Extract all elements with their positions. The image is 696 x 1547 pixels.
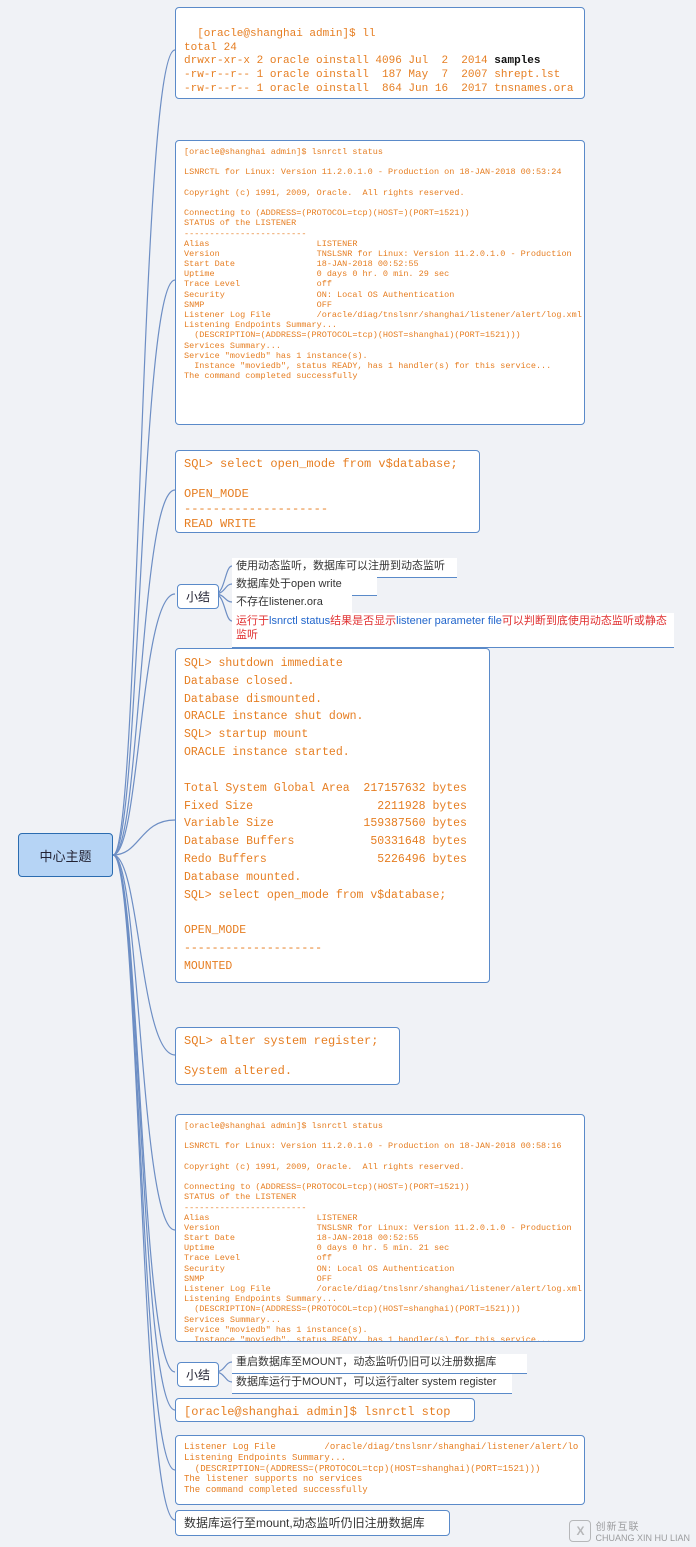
code-ll-text: [oracle@shanghai admin]$ ll total 24 drw… — [184, 28, 573, 95]
watermark-cn: 创新互联 — [595, 1518, 690, 1533]
code-listener-snippet: Listener Log File /oracle/diag/tnslsnr/s… — [175, 1435, 585, 1505]
summary-2-item-1: 数据库运行于MOUNT，可以运行alter system register — [232, 1374, 512, 1394]
root-node[interactable]: 中心主题 — [18, 833, 113, 877]
conclusion-node: 数据库运行至mount,动态监听仍旧注册数据库 — [175, 1510, 450, 1536]
summary-2-label[interactable]: 小结 — [177, 1362, 219, 1387]
summary-1-label[interactable]: 小结 — [177, 584, 219, 609]
summary-2-item-0: 重启数据库至MOUNT，动态监听仍旧可以注册数据库 — [232, 1354, 527, 1374]
code-alter-register: SQL> alter system register; System alter… — [175, 1027, 400, 1085]
root-label: 中心主题 — [39, 846, 91, 865]
watermark-en: CHUANG XIN HU LIAN — [595, 1533, 690, 1543]
code-ll: [oracle@shanghai admin]$ ll total 24 drw… — [175, 7, 585, 99]
code-lsnrctl-2: [oracle@shanghai admin]$ lsnrctl status … — [175, 1114, 585, 1342]
code-lsnrctl-1: [oracle@shanghai admin]$ lsnrctl status … — [175, 140, 585, 425]
code-openmode: SQL> select open_mode from v$database; O… — [175, 450, 480, 533]
watermark-logo: X — [569, 1520, 591, 1542]
code-shutdown: SQL> shutdown immediate Database closed.… — [175, 648, 490, 983]
watermark: X 创新互联 CHUANG XIN HU LIAN — [569, 1518, 690, 1543]
summary-1-item-3: 运行于lsnrctl status结果是否显示listener paramete… — [232, 613, 674, 648]
code-lsnrctl-stop: [oracle@shanghai admin]$ lsnrctl stop — [175, 1398, 475, 1422]
summary-1-item-2: 不存在listener.ora — [232, 594, 352, 614]
